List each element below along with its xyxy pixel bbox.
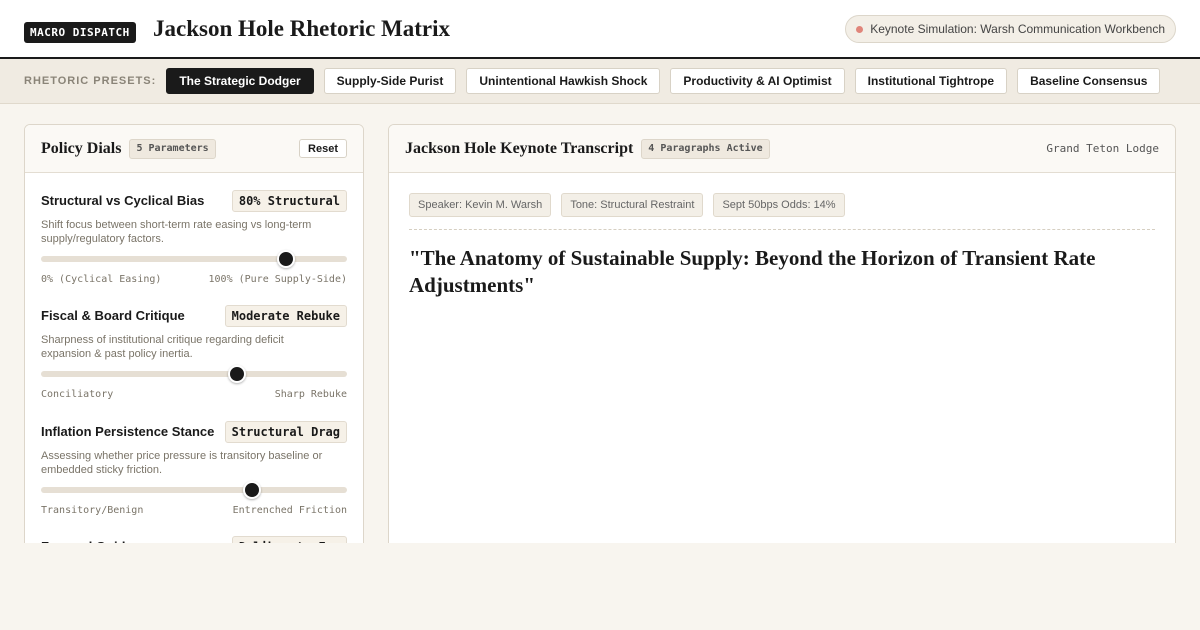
reset-button[interactable]: Reset	[299, 139, 347, 158]
meta-divider	[409, 229, 1155, 230]
policy-dials-header: Policy Dials 5 Parameters Reset	[25, 125, 363, 173]
preset-productivity-ai-optimist[interactable]: Productivity & AI Optimist	[670, 68, 845, 94]
slider-track[interactable]	[41, 365, 347, 383]
policy-dials-panel: Policy Dials 5 Parameters Reset Structur…	[24, 124, 364, 564]
preset-unintentional-hawkish-shock[interactable]: Unintentional Hawkish Shock	[466, 68, 661, 94]
slider-thumb[interactable]	[227, 365, 246, 383]
status-dot-icon	[856, 25, 864, 33]
preset-institutional-tightrope[interactable]: Institutional Tightrope	[854, 68, 1008, 94]
dial-name: Structural vs Cyclical Bias	[41, 193, 205, 208]
transcript-meta-row: Speaker: Kevin M. Warsh Tone: Structural…	[409, 193, 855, 217]
dial-description: Assessing whether price pressure is tran…	[41, 450, 323, 476]
tone-tag: Tone: Structural Restraint	[561, 193, 704, 217]
odds-tag: Sept 50bps Odds: 14%	[713, 193, 845, 217]
paragraph-count-badge: 4 Paragraphs Active	[641, 138, 770, 159]
dial-value: 80% Structural	[231, 190, 347, 212]
venue-label: Grand Teton Lodge	[1046, 142, 1159, 155]
transcript-header: Jackson Hole Keynote Transcript 4 Paragr…	[389, 125, 1175, 173]
brand-badge: MACRO DISPATCH	[24, 22, 136, 43]
transcript-title: Jackson Hole Keynote Transcript	[405, 139, 634, 157]
slider-track[interactable]	[41, 481, 347, 499]
dial-value: Moderate Rebuke	[224, 305, 347, 327]
dial-value: Structural Drag	[224, 421, 347, 443]
preset-supply-side-purist[interactable]: Supply-Side Purist	[323, 68, 457, 94]
speaker-tag: Speaker: Kevin M. Warsh	[409, 193, 552, 217]
page-footer-area	[0, 543, 1200, 630]
dial-description: Shift focus between short-term rate easi…	[41, 219, 312, 245]
simulation-label: Keynote Simulation: Warsh Communication …	[870, 22, 1165, 36]
dial-name: Inflation Persistence Stance	[41, 424, 215, 439]
app-title: Jackson Hole Rhetoric Matrix	[153, 16, 451, 41]
slider-thumb[interactable]	[276, 250, 295, 268]
dial-description: Sharpness of institutional critique rega…	[41, 334, 284, 360]
preset-bar: RHETORIC PRESETS: The Strategic Dodger S…	[0, 59, 1200, 104]
simulation-status-pill: Keynote Simulation: Warsh Communication …	[845, 15, 1176, 43]
range-max-label: Entrenched Friction	[232, 505, 347, 516]
range-min-label: 0% (Cyclical Easing)	[41, 274, 162, 285]
parameter-count-badge: 5 Parameters	[129, 138, 216, 159]
slider-track[interactable]	[41, 250, 347, 268]
policy-dials-title: Policy Dials	[41, 139, 122, 157]
range-min-label: Transitory/Benign	[41, 505, 144, 516]
range-min-label: Conciliatory	[41, 389, 114, 400]
preset-label: RHETORIC PRESETS:	[24, 75, 157, 87]
dial-name: Fiscal & Board Critique	[41, 308, 185, 323]
top-bar: MACRO DISPATCH Jackson Hole Rhetoric Mat…	[0, 0, 1200, 59]
range-max-label: 100% (Pure Supply-Side)	[208, 274, 347, 285]
transcript-panel: Jackson Hole Keynote Transcript 4 Paragr…	[388, 124, 1176, 564]
slider-thumb[interactable]	[243, 481, 262, 499]
keynote-title: "The Anatomy of Sustainable Supply: Beyo…	[409, 246, 1096, 297]
preset-baseline-consensus[interactable]: Baseline Consensus	[1017, 68, 1161, 94]
preset-strategic-dodger[interactable]: The Strategic Dodger	[166, 68, 314, 94]
range-max-label: Sharp Rebuke	[274, 389, 347, 400]
